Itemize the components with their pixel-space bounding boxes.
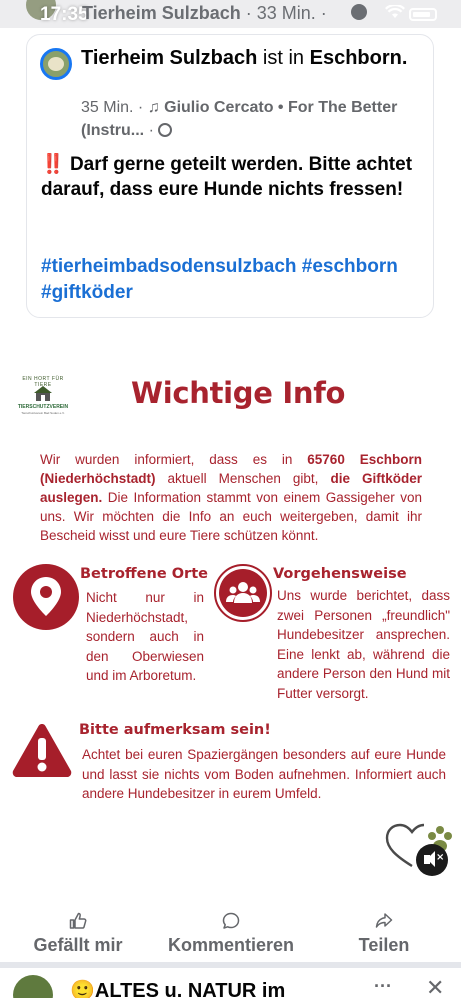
mute-x-icon: × (436, 852, 445, 863)
tierschutzverein-logo: EIN HORT FÜR TIERE TIERSCHUTZVEREIN Tier… (14, 376, 72, 424)
location-link[interactable]: Eschborn. (310, 47, 408, 69)
comment-button[interactable]: Kommentieren (158, 912, 304, 956)
author-avatar[interactable] (40, 48, 72, 80)
author-name[interactable]: Tierheim Sulzbach (81, 47, 257, 69)
share-label: Teilen (358, 935, 410, 955)
logo-sub-text: Tierschutzverein Bad Soden e.V. (21, 411, 65, 415)
flyer-title: Wichtige Info (131, 376, 346, 410)
logo-name: TIERSCHUTZVEREIN (17, 404, 69, 410)
header-page-name[interactable]: Tierheim Sulzbach · 33 Min. · (82, 3, 327, 24)
share-button[interactable]: Teilen (352, 912, 416, 956)
like-label: Gefällt mir (33, 935, 123, 955)
thumbs-up-icon (26, 912, 130, 932)
globe-icon (351, 4, 367, 20)
post-meta: 35 Min. · ♫ Giulio Cercato • For The Bet… (81, 99, 398, 139)
warning-icon (12, 724, 72, 777)
post-action-bar: Gefällt mir Kommentieren Teilen (0, 912, 461, 962)
section-text-aufmerksam: Achtet bei euren Spaziergängen besonders… (82, 747, 446, 802)
flyer-image[interactable]: EIN HORT FÜR TIERE TIERSCHUTZVEREIN Tier… (0, 318, 461, 888)
next-post-header: 🙂ALTES u. NATUR im ··· ✕ (0, 962, 461, 998)
shared-post-card[interactable]: Tierheim Sulzbach ist in Eschborn. 35 Mi… (26, 34, 434, 318)
globe-icon (158, 123, 173, 137)
speaker-icon (424, 851, 435, 867)
people-icon (214, 564, 272, 622)
comment-label: Kommentieren (167, 935, 295, 955)
post-text: ‼️ Darf gerne geteilt werden. Bitte acht… (41, 154, 413, 200)
next-post-title[interactable]: 🙂ALTES u. NATUR im (70, 978, 285, 998)
top-header: 17:35 Tierheim Sulzbach · 33 Min. · (0, 0, 461, 28)
hashtags[interactable]: #tierheimbadsodensulzbach #eschborn #gif… (41, 254, 426, 306)
section-text-orte: Nicht nur in Niederhöchstadt, sondern au… (86, 590, 204, 684)
section-heading-vorgehen: Vorgehensweise (273, 566, 407, 582)
share-arrow-icon (352, 912, 416, 932)
double-exclamation-icon: ‼️ (41, 154, 65, 175)
like-button[interactable]: Gefällt mir (26, 912, 130, 956)
mute-button[interactable]: × (416, 844, 448, 876)
wifi-icon (385, 3, 405, 22)
more-options-icon[interactable]: ··· (374, 976, 392, 997)
section-heading-orte: Betroffene Orte (80, 566, 208, 582)
flyer-intro: Wir wurden informiert, dass es in 65760 … (40, 452, 422, 543)
location-pin-icon (13, 564, 79, 630)
section-text-vorgehen: Uns wurde berichtet, dass zwei Personen … (277, 588, 450, 701)
section-heading-aufmerksam: Bitte aufmerksam sein! (79, 722, 271, 738)
comment-icon (158, 912, 304, 932)
post-title: Tierheim Sulzbach ist in Eschborn. (81, 47, 408, 69)
close-icon[interactable]: ✕ (426, 976, 444, 998)
next-post-avatar[interactable] (13, 975, 53, 998)
battery-icon (409, 8, 437, 21)
